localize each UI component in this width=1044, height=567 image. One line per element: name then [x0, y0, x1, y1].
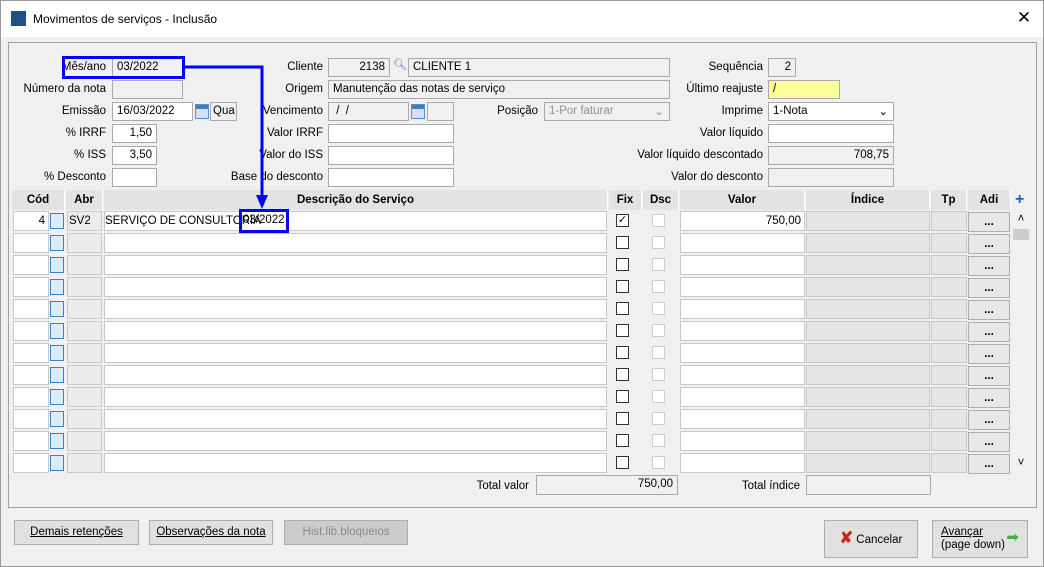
total-valor-label: Total valor — [476, 480, 529, 492]
avancar-sublabel: (page down) — [941, 539, 1005, 551]
total-indice-field — [806, 475, 931, 495]
total-valor-field: 750,00 — [536, 475, 678, 495]
cancel-button[interactable]: ✘ Cancelar — [824, 520, 918, 558]
observacoes-button[interactable]: Observações da nota — [149, 520, 273, 545]
avancar-label: Avançar — [941, 526, 983, 538]
cancel-label: Cancelar — [856, 534, 903, 546]
arrow-right-icon: ➡ — [1006, 529, 1019, 546]
cancel-x-icon: ✘ — [839, 530, 854, 547]
demais-retencoes-button[interactable]: Demais retenções — [14, 520, 139, 545]
total-indice-label: Total índice — [741, 480, 800, 492]
hist-bloqueios-button[interactable]: Hist.lib.bloqueios — [284, 520, 408, 545]
avancar-button[interactable]: Avançar (page down) ➡ — [932, 520, 1028, 558]
